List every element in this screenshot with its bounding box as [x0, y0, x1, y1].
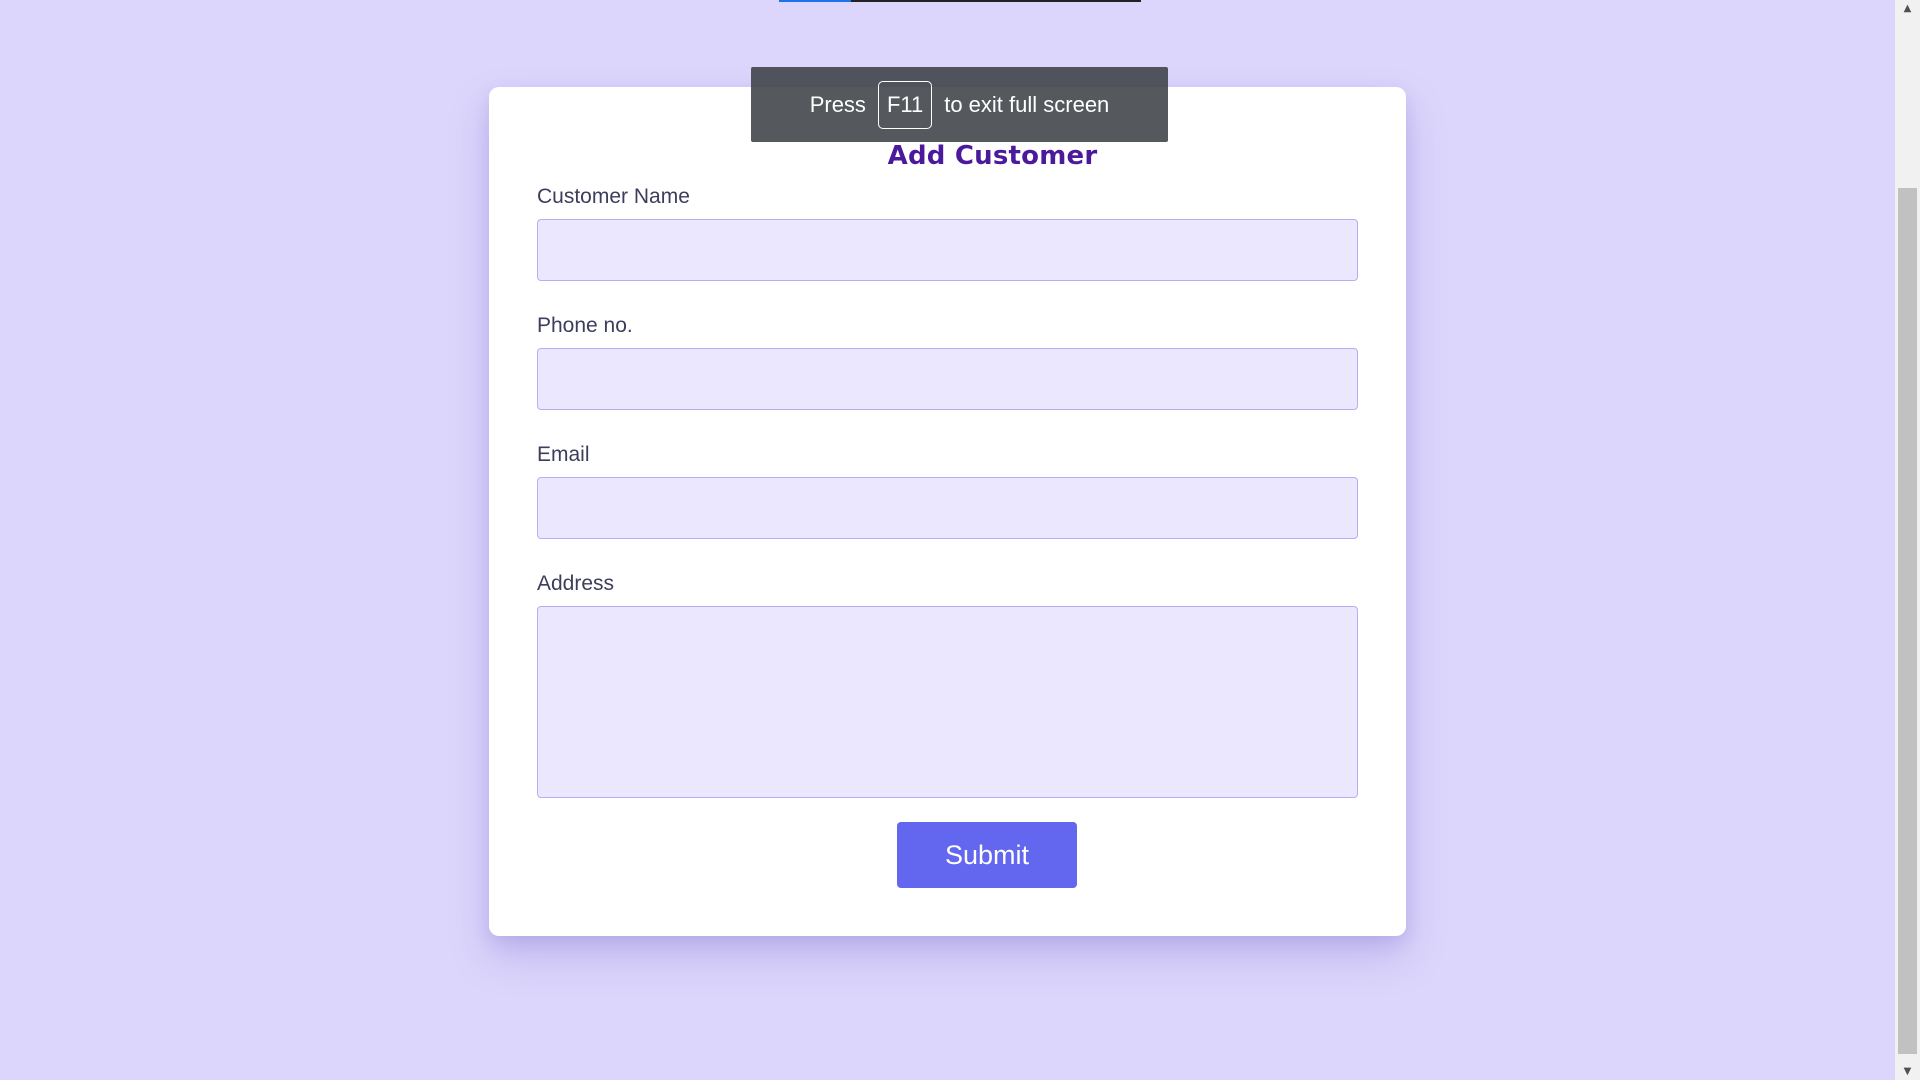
customer-name-input[interactable]	[537, 219, 1358, 281]
fullscreen-notice-suffix: to exit full screen	[944, 91, 1110, 117]
phone-label: Phone no.	[537, 314, 633, 337]
f11-key-badge: F11	[877, 80, 933, 129]
triangle-down-icon[interactable]: ▼	[1895, 1063, 1920, 1080]
address-textarea[interactable]	[537, 606, 1358, 798]
submit-button[interactable]: Submit	[897, 822, 1077, 888]
address-label: Address	[537, 572, 615, 595]
vertical-scrollbar[interactable]: ▲ ▼	[1895, 0, 1920, 1080]
fullscreen-exit-notice: Press F11 to exit full screen	[751, 67, 1168, 142]
fullscreen-notice-prefix: Press	[809, 91, 866, 117]
scrollbar-thumb[interactable]	[1898, 188, 1917, 1054]
form-title: Add Customer	[887, 141, 1098, 171]
top-tab-accent	[779, 0, 851, 2]
phone-input[interactable]	[537, 348, 1358, 410]
add-customer-card: Add Customer Customer Name Phone no. Ema…	[489, 87, 1406, 936]
email-input[interactable]	[537, 477, 1358, 539]
email-label: Email	[537, 443, 590, 466]
customer-name-label: Customer Name	[537, 185, 690, 208]
triangle-up-icon[interactable]: ▲	[1895, 0, 1920, 17]
